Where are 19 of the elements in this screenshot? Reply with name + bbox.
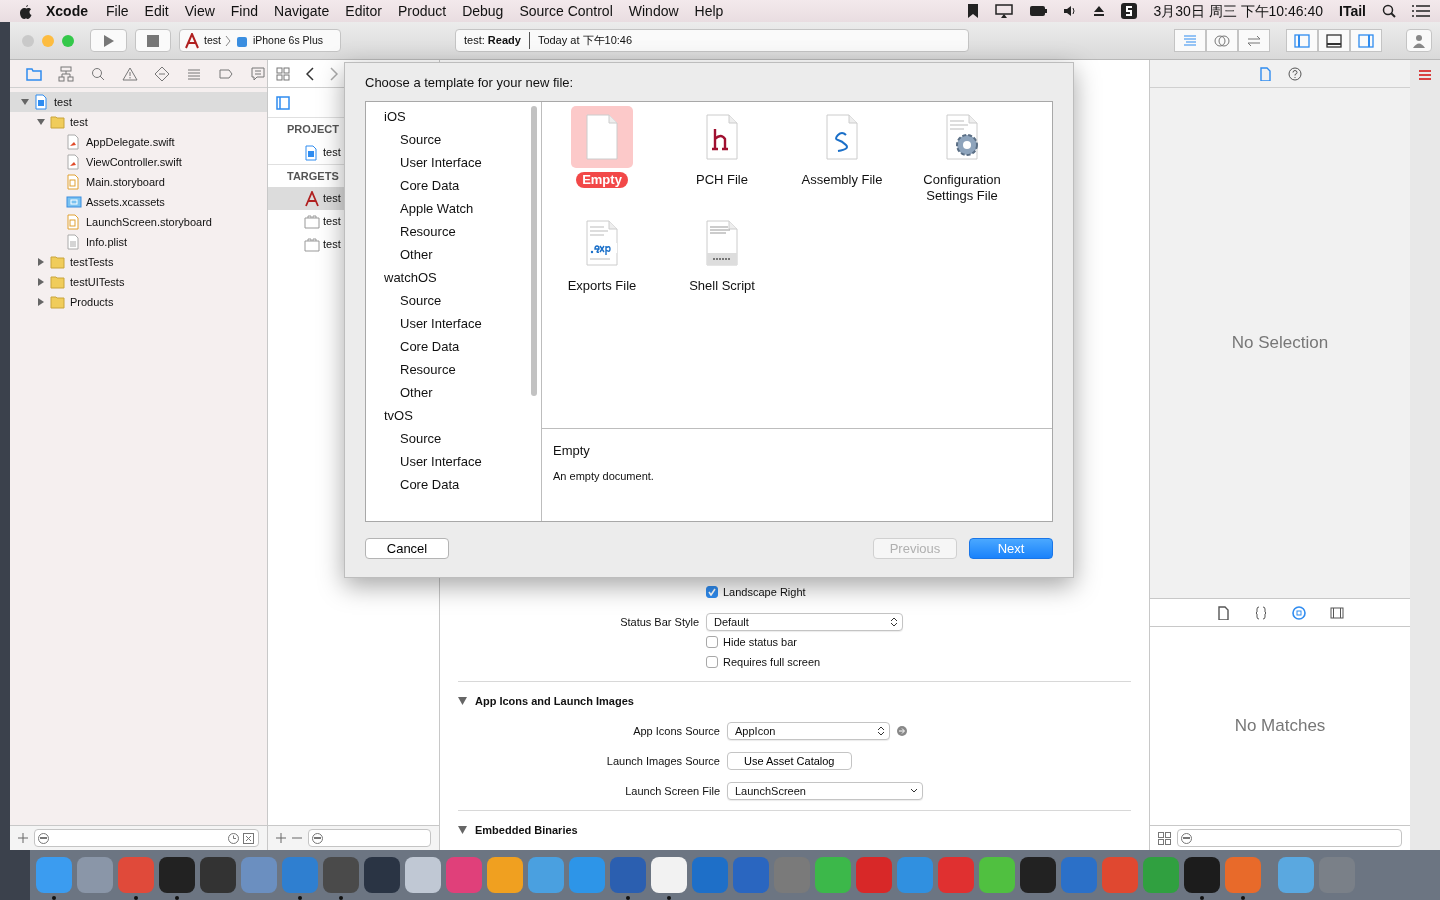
platform-header: tvOS — [383, 407, 414, 426]
checkbox-label: Hide status bar — [723, 634, 797, 650]
field-label: Launch Screen File — [624, 783, 721, 799]
section-header: PROJECT — [287, 122, 339, 138]
status-text: test: Ready — [464, 33, 521, 49]
description-title: Empty — [553, 441, 591, 460]
section-header: TARGETS — [287, 168, 339, 184]
checkbox-label: Requires full screen — [723, 654, 821, 670]
empty-state-text: No Selection — [1231, 332, 1329, 355]
platform-header: watchOS — [383, 269, 438, 288]
platform-header: iOS — [383, 108, 407, 127]
checkbox-label: Landscape Right — [723, 584, 806, 600]
dialog-title: Choose a template for your new file: — [365, 74, 575, 92]
status-time: Today at 下午10:46 — [528, 32, 633, 49]
field-label: Launch Images Source — [605, 753, 721, 769]
description-text: An empty document. — [553, 469, 655, 484]
field-label: Status Bar Style — [619, 614, 700, 630]
empty-state-text: No Matches — [1234, 715, 1326, 738]
field-label: App Icons Source — [632, 723, 721, 739]
